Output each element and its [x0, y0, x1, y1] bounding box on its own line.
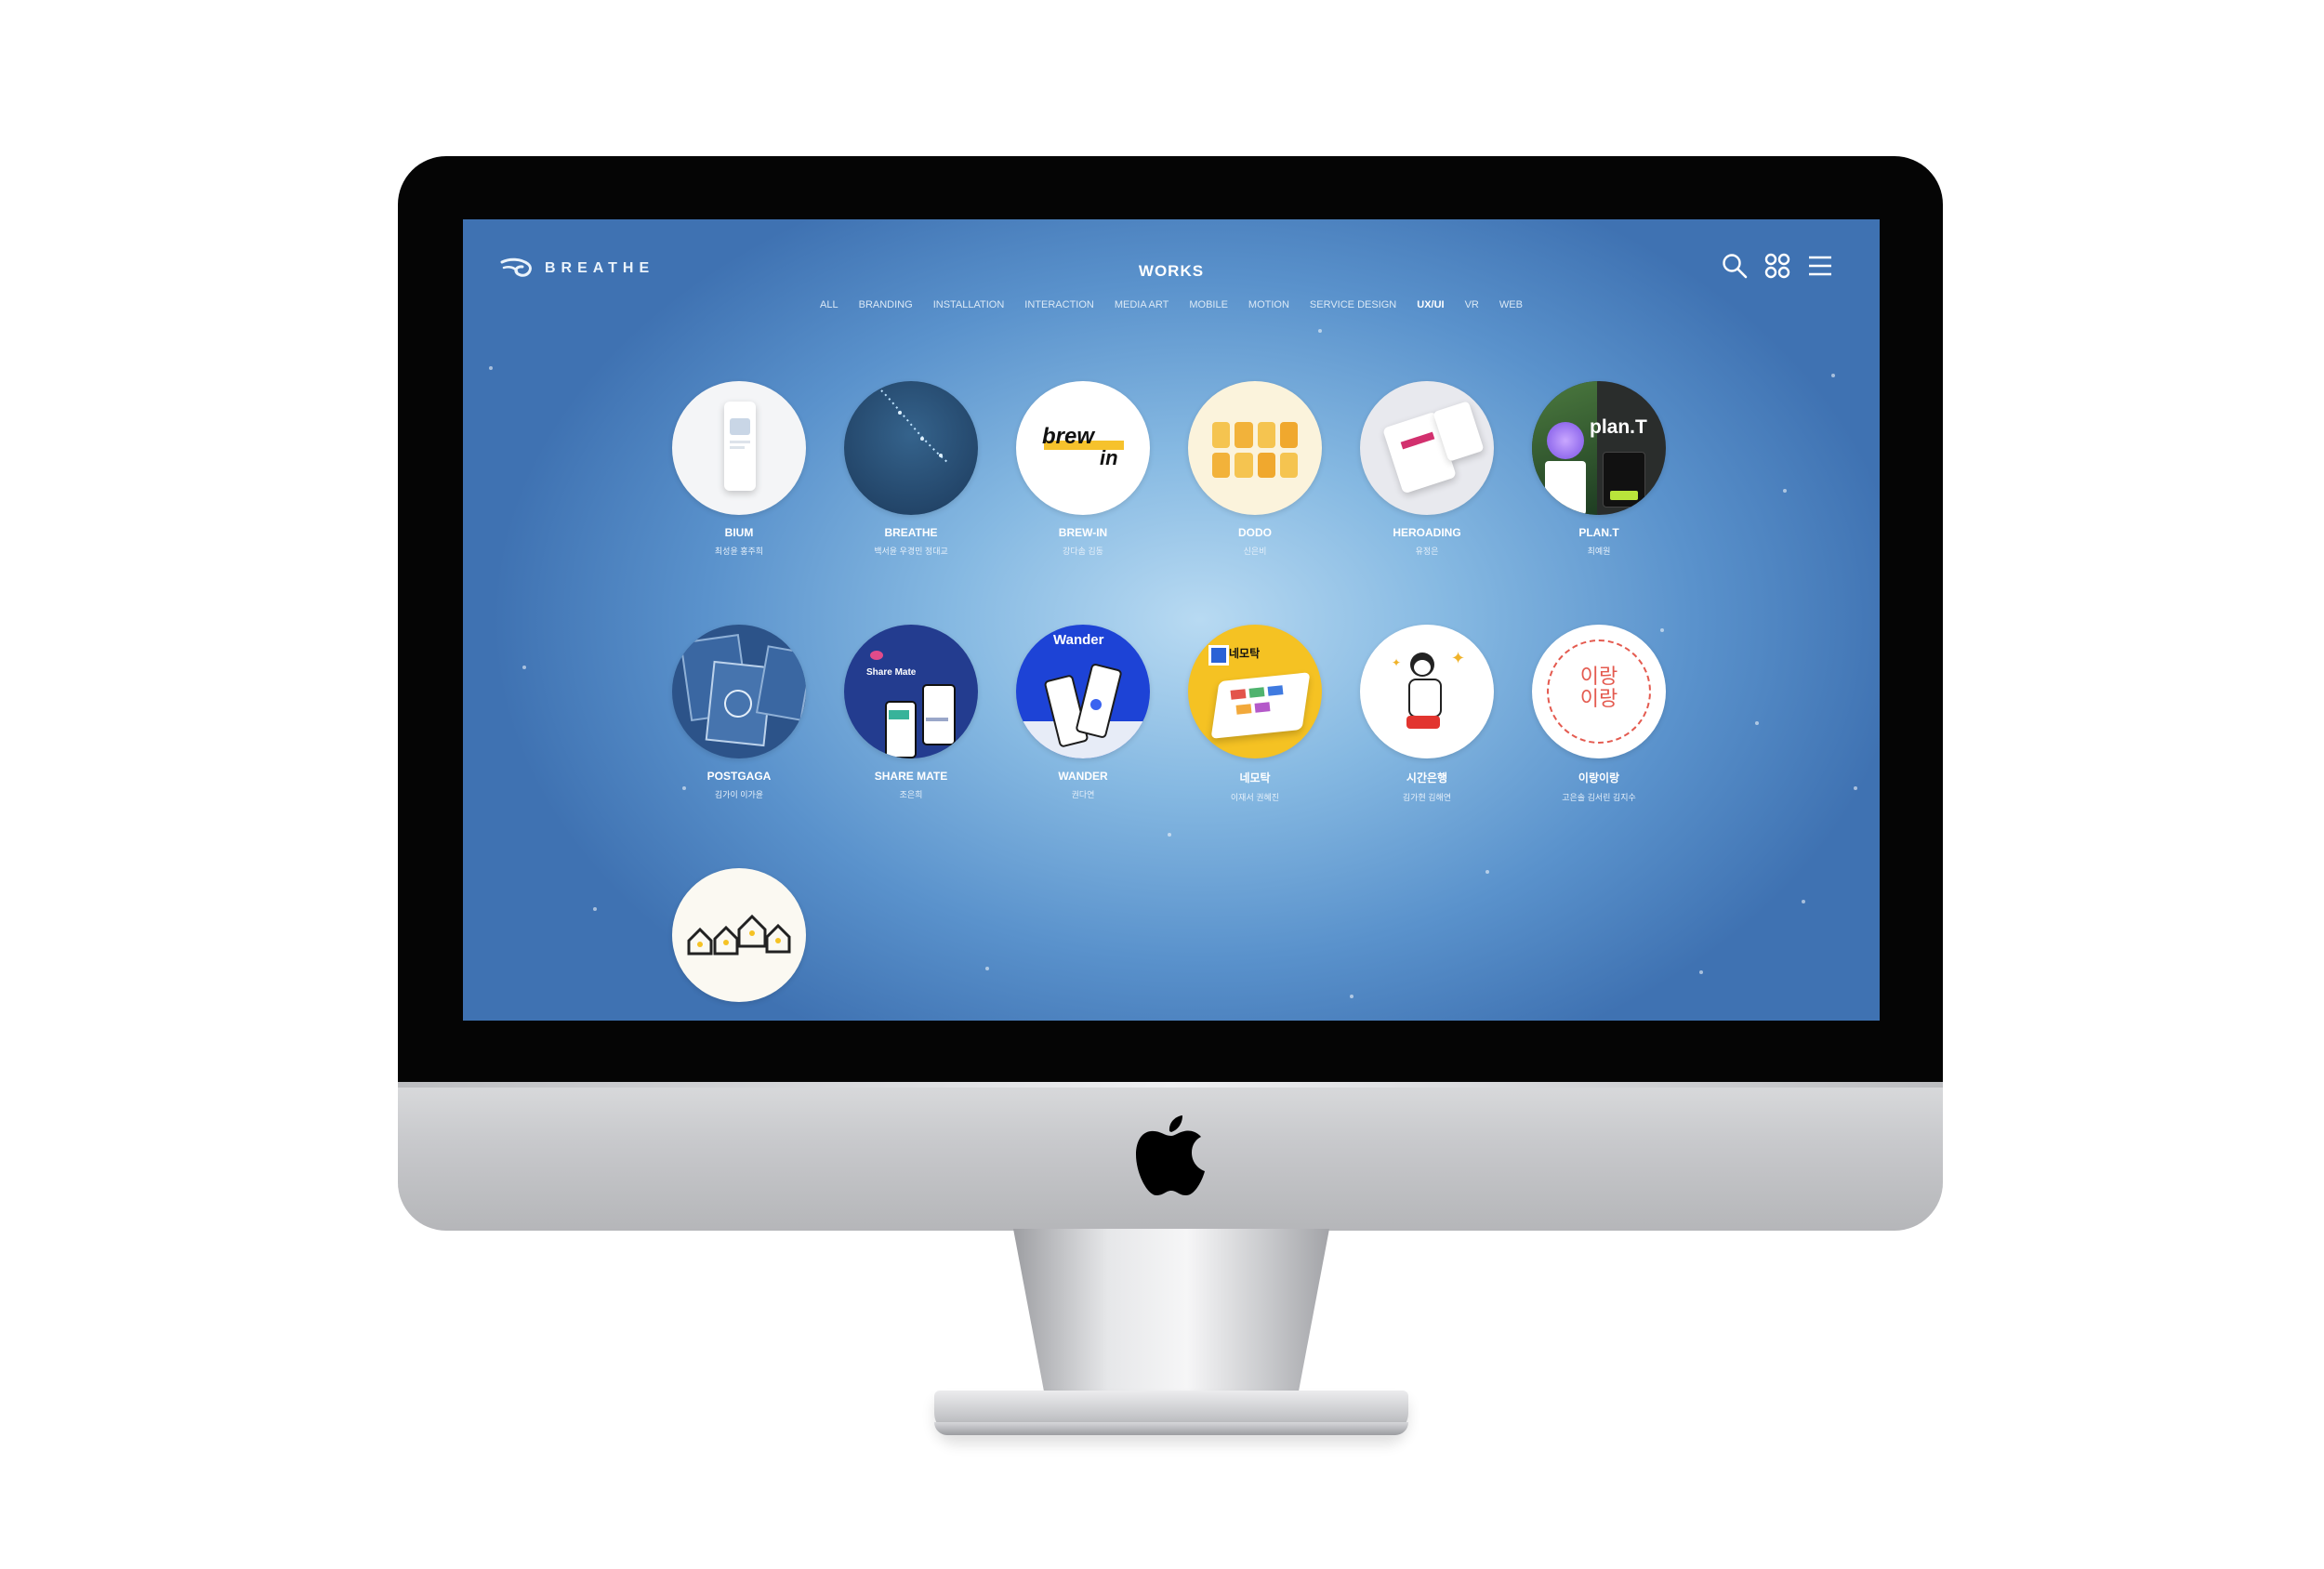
work-title: POSTGAGA — [706, 770, 772, 783]
category-filter-bar: ALL BRANDING INSTALLATION INTERACTION ME… — [463, 299, 1880, 310]
menu-icon[interactable] — [1807, 253, 1833, 279]
filter-service-design[interactable]: SERVICE DESIGN — [1300, 299, 1406, 310]
work-card-irang[interactable]: 이랑 이랑 이랑이랑 고은솔 김서린 김지수 — [1515, 625, 1683, 803]
work-card-dodo[interactable]: DODO 신은비 — [1171, 381, 1339, 557]
work-authors: 신은비 — [1243, 547, 1267, 556]
work-card-heroading[interactable]: HEROADING 유정은 — [1343, 381, 1511, 557]
work-authors: 김가이 이가윤 — [714, 790, 764, 799]
filter-installation[interactable]: INSTALLATION — [923, 299, 1015, 310]
work-title: SHARE MATE — [874, 770, 948, 783]
work-title: PLAN.T — [1578, 526, 1619, 539]
work-thumbnail — [1360, 381, 1494, 515]
work-thumbnail: Share Mate — [844, 625, 978, 758]
work-title: 시간은행 — [1406, 771, 1448, 784]
work-card-time-bank[interactable]: ✦ ✦ 시간은행 김가현 김해연 — [1343, 625, 1511, 803]
filter-interaction[interactable]: INTERACTION — [1014, 299, 1104, 310]
work-title: 이랑이랑 — [1578, 771, 1620, 784]
work-thumbnail: ✦ ✦ — [1360, 625, 1494, 758]
work-authors: 유정은 — [1415, 547, 1439, 556]
work-title: BREW-IN — [1058, 526, 1108, 539]
header-actions — [1722, 253, 1833, 279]
work-authors: 최예원 — [1587, 547, 1611, 556]
work-authors: 김가현 김해연 — [1402, 793, 1452, 802]
filter-vr[interactable]: VR — [1455, 299, 1489, 310]
work-authors: 최성윤 홍주희 — [714, 547, 764, 556]
work-card-bium[interactable]: BIUM 최성윤 홍주희 — [655, 381, 823, 557]
work-thumbnail — [672, 625, 806, 758]
work-thumbnail: plan.T — [1532, 381, 1666, 515]
filter-media-art[interactable]: MEDIA ART — [1104, 299, 1179, 310]
work-title: WANDER — [1058, 770, 1108, 783]
filter-branding[interactable]: BRANDING — [849, 299, 923, 310]
search-icon[interactable] — [1722, 253, 1748, 279]
work-thumbnail: Wander — [1016, 625, 1150, 758]
work-card-plan-t[interactable]: plan.T PLAN.T 최예원 — [1515, 381, 1683, 557]
work-thumbnail — [1188, 381, 1322, 515]
filter-mobile[interactable]: MOBILE — [1179, 299, 1238, 310]
work-thumbnail — [672, 868, 806, 1002]
filter-web[interactable]: WEB — [1489, 299, 1533, 310]
work-authors: 권다연 — [1071, 790, 1095, 799]
grid-icon[interactable] — [1764, 253, 1790, 279]
apple-logo-icon — [1136, 1115, 1205, 1195]
work-authors: 조은희 — [899, 790, 923, 799]
work-card-postgaga[interactable]: POSTGAGA 김가이 이가윤 — [655, 625, 823, 800]
work-thumbnail: brew in — [1016, 381, 1150, 515]
filter-motion[interactable]: MOTION — [1238, 299, 1300, 310]
work-title: BREATHE — [884, 526, 938, 539]
work-title: HEROADING — [1393, 526, 1461, 539]
work-thumbnail — [844, 381, 978, 515]
work-card-share-mate[interactable]: Share Mate SHARE MATE 조은희 — [827, 625, 995, 800]
work-card-brew-in[interactable]: brew in BREW-IN 강다솜 김동 — [999, 381, 1167, 557]
website-screen: BREATHE WORKS ALL BRANDING INSTALLATION … — [463, 219, 1880, 1021]
work-title: BIUM — [724, 526, 754, 539]
work-authors: 이재서 권혜진 — [1230, 793, 1280, 802]
work-card-houses[interactable] — [655, 868, 823, 1013]
work-title: DODO — [1238, 526, 1272, 539]
work-authors: 백서윤 우경민 정대교 — [874, 547, 948, 556]
work-card-wander[interactable]: Wander WANDER 권다연 — [999, 625, 1167, 800]
work-card-breathe[interactable]: BREATHE 백서윤 우경민 정대교 — [827, 381, 995, 557]
work-authors: 고은솔 김서린 김지수 — [1562, 793, 1636, 802]
work-thumbnail — [672, 381, 806, 515]
filter-ux-ui[interactable]: UX/UI — [1406, 299, 1454, 310]
work-authors: 강다솜 김동 — [1063, 547, 1103, 556]
page-title: WORKS — [1138, 262, 1205, 280]
filter-all[interactable]: ALL — [810, 299, 849, 310]
work-card-nemotak[interactable]: 네모탁 네모탁 이재서 권혜진 — [1171, 625, 1339, 803]
work-thumbnail: 네모탁 — [1188, 625, 1322, 758]
work-title: 네모탁 — [1239, 771, 1271, 784]
work-thumbnail: 이랑 이랑 — [1532, 625, 1666, 758]
monitor-stand-neck — [1013, 1229, 1329, 1396]
